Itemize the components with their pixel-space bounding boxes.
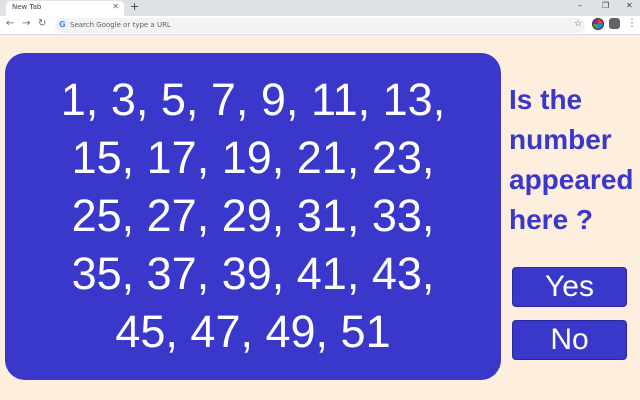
omnibox[interactable]: G ☆ (55, 18, 585, 33)
browser-tabstrip: New Tab ✕ + – ❐ ✕ (0, 0, 640, 16)
yes-button[interactable]: Yes (512, 267, 627, 307)
profile-avatar-icon[interactable] (592, 18, 604, 30)
tab-new-tab[interactable]: New Tab ✕ (6, 1, 124, 16)
extensions-puzzle-icon[interactable] (609, 18, 620, 29)
question-line: number (509, 124, 612, 155)
number-line: 1, 3, 5, 7, 9, 11, 13, (60, 74, 446, 125)
forward-arrow-icon[interactable]: → (22, 18, 30, 29)
number-list: 1, 3, 5, 7, 9, 11, 13, 15, 17, 19, 21, 2… (5, 71, 501, 361)
question-line: here ? (509, 204, 594, 235)
minimize-icon[interactable]: – (578, 1, 582, 10)
number-line: 25, 27, 29, 31, 33, (71, 190, 435, 241)
question-line: Is the (509, 84, 583, 115)
number-card: 1, 3, 5, 7, 9, 11, 13, 15, 17, 19, 21, 2… (5, 53, 501, 380)
google-icon: G (59, 20, 66, 29)
restore-icon[interactable]: ❐ (602, 1, 609, 10)
number-line: 45, 47, 49, 51 (115, 306, 391, 357)
window-close-icon[interactable]: ✕ (626, 1, 633, 10)
bookmark-star-icon[interactable]: ☆ (574, 19, 582, 29)
back-arrow-icon[interactable]: ← (6, 18, 14, 29)
address-input[interactable] (70, 19, 550, 31)
tab-title: New Tab (12, 3, 42, 11)
question-line: appeared (509, 164, 634, 195)
tab-close-icon[interactable]: ✕ (112, 2, 119, 11)
browser-menu-icon[interactable]: ⋮ (627, 18, 637, 29)
number-line: 15, 17, 19, 21, 23, (71, 132, 435, 183)
question-text: Is the number appeared here ? (509, 80, 640, 240)
no-button[interactable]: No (512, 320, 627, 360)
browser-toolbar: ← → ↻ G ☆ ⋮ (0, 16, 640, 35)
number-line: 35, 37, 39, 41, 43, (71, 248, 435, 299)
reload-icon[interactable]: ↻ (38, 18, 46, 29)
new-tab-button[interactable]: + (130, 0, 139, 13)
